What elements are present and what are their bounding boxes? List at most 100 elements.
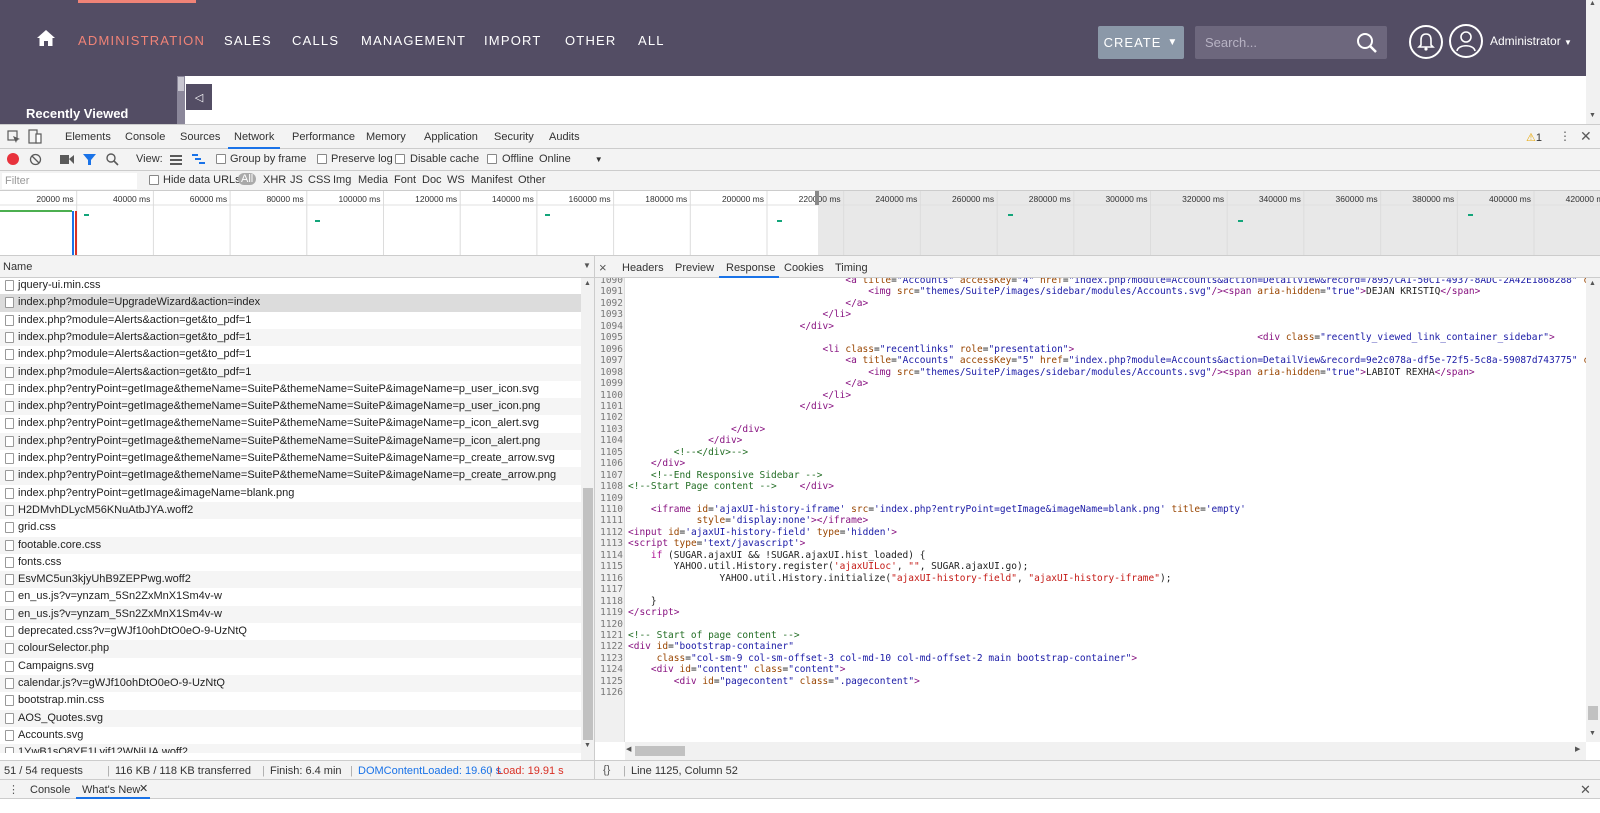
filter-type-manifest[interactable]: Manifest bbox=[471, 174, 513, 186]
close-tab-icon[interactable]: ✕ bbox=[139, 782, 148, 795]
tab-response[interactable]: Response bbox=[726, 262, 776, 274]
request-row[interactable]: index.php?entryPoint=getImage&themeName=… bbox=[0, 450, 581, 467]
request-row[interactable]: en_us.js?v=ynzam_5Sn2ZxMnX1Sm4v-w bbox=[0, 588, 581, 605]
sidebar-scrollbar[interactable] bbox=[177, 76, 185, 124]
clear-icon[interactable] bbox=[29, 153, 42, 166]
filter-type-css[interactable]: CSS bbox=[308, 174, 331, 186]
page-scrollbar[interactable]: ▲ ▼ bbox=[1586, 0, 1600, 124]
request-row[interactable]: index.php?module=UpgradeWizard&action=in… bbox=[0, 294, 581, 312]
tab-memory[interactable]: Memory bbox=[366, 131, 406, 143]
request-row[interactable]: index.php?module=Alerts&action=get&to_pd… bbox=[0, 328, 581, 347]
network-overview-timeline[interactable]: 20000 ms 40000 ms 60000 ms 80000 ms 100000 m… bbox=[0, 191, 1600, 256]
device-toolbar-icon[interactable] bbox=[28, 129, 42, 144]
name-column-header[interactable]: Name ▼ bbox=[0, 256, 594, 278]
tab-sources[interactable]: Sources bbox=[180, 131, 220, 143]
request-row[interactable]: index.php?entryPoint=getImage&themeName=… bbox=[0, 398, 581, 416]
request-row[interactable]: deprecated.css?v=gWJf10ohDtO0eO-9-UzNtQ bbox=[0, 623, 581, 640]
search-icon[interactable] bbox=[1356, 32, 1378, 54]
request-row[interactable]: index.php?module=Alerts&action=get&to_pd… bbox=[0, 312, 581, 329]
request-row[interactable]: bootstrap.min.css bbox=[0, 692, 581, 709]
pretty-print-icon[interactable]: {} bbox=[603, 764, 610, 776]
drawer-tab-whats-new[interactable]: What's New bbox=[82, 784, 140, 796]
request-row[interactable]: index.php?module=Alerts&action=get&to_pd… bbox=[0, 346, 581, 363]
inspect-element-icon[interactable] bbox=[7, 130, 21, 144]
user-avatar-button[interactable] bbox=[1449, 24, 1483, 58]
nav-management[interactable]: MANAGEMENT bbox=[361, 33, 466, 48]
tab-cookies[interactable]: Cookies bbox=[784, 262, 824, 274]
request-row[interactable]: Campaigns.svg bbox=[0, 658, 581, 675]
tab-application[interactable]: Application bbox=[424, 131, 478, 143]
tab-performance[interactable]: Performance bbox=[292, 131, 355, 143]
filter-type-all[interactable]: All bbox=[238, 173, 257, 185]
user-menu[interactable]: Administrator ▼ bbox=[1490, 34, 1572, 48]
request-row[interactable]: index.php?entryPoint=getImage&themeName=… bbox=[0, 432, 581, 450]
filter-type-ws[interactable]: WS bbox=[447, 174, 465, 186]
search-icon[interactable] bbox=[106, 153, 119, 166]
request-row[interactable]: EsvMC5un3kjyUhB9ZEPPwg.woff2 bbox=[0, 571, 581, 589]
tab-console[interactable]: Console bbox=[125, 131, 165, 143]
tab-audits[interactable]: Audits bbox=[549, 131, 580, 143]
sidebar-collapse-button[interactable]: ◁ bbox=[186, 84, 212, 110]
tab-security[interactable]: Security bbox=[494, 131, 534, 143]
request-row[interactable]: colourSelector.php bbox=[0, 640, 581, 658]
warnings-indicator[interactable]: ⚠1 bbox=[1526, 131, 1542, 144]
nav-sales[interactable]: SALES bbox=[224, 33, 272, 48]
nav-calls[interactable]: CALLS bbox=[292, 33, 339, 48]
tab-elements[interactable]: Elements bbox=[65, 131, 111, 143]
request-row[interactable]: fonts.css bbox=[0, 554, 581, 571]
preserve-log-checkbox[interactable] bbox=[317, 154, 327, 164]
overview-waterfall-icon[interactable] bbox=[192, 154, 205, 165]
scroll-up-icon[interactable]: ▲ bbox=[584, 280, 591, 287]
filter-type-other[interactable]: Other bbox=[518, 174, 546, 186]
request-row[interactable]: H2DMvhDLycM56KNuAtbJYA.woff2 bbox=[0, 501, 581, 520]
source-vertical-scrollbar[interactable]: ▲ ▼ bbox=[1586, 278, 1600, 742]
throttling-select[interactable]: Online ▼ bbox=[539, 153, 603, 165]
large-rows-icon[interactable] bbox=[170, 155, 182, 165]
close-detail-icon[interactable]: × bbox=[599, 260, 607, 275]
request-row[interactable]: grid.css bbox=[0, 519, 581, 536]
scroll-left-icon[interactable]: ◀ bbox=[626, 745, 631, 753]
response-source-view[interactable]: 1090 1091 1092 1093 1094 1095 1096 1097 1098 1099… bbox=[595, 278, 1586, 742]
filter-type-xhr[interactable]: XHR bbox=[263, 174, 286, 186]
request-row[interactable]: index.php?entryPoint=getImage&themeName=… bbox=[0, 381, 581, 398]
scroll-down-icon[interactable]: ▼ bbox=[584, 742, 591, 749]
scrollbar-thumb[interactable] bbox=[1588, 706, 1598, 720]
create-button[interactable]: CREATE ▼ bbox=[1098, 26, 1184, 59]
requests-scrollbar[interactable]: ▲ ▼ bbox=[581, 278, 594, 760]
scroll-down-icon[interactable]: ▼ bbox=[1589, 112, 1596, 119]
filter-icon[interactable] bbox=[83, 153, 96, 166]
offline-checkbox[interactable] bbox=[487, 154, 497, 164]
filter-type-media[interactable]: Media bbox=[358, 174, 388, 186]
close-drawer-icon[interactable]: ✕ bbox=[1580, 782, 1591, 798]
request-row[interactable]: AOS_Quotes.svg bbox=[0, 709, 581, 727]
scrollbar-thumb[interactable] bbox=[583, 488, 593, 740]
tab-network[interactable]: Network bbox=[234, 131, 274, 143]
scroll-down-icon[interactable]: ▼ bbox=[1589, 730, 1596, 737]
record-icon[interactable] bbox=[7, 153, 19, 165]
nav-administration[interactable]: ADMINISTRATION bbox=[78, 33, 205, 48]
request-row[interactable]: jquery-ui.min.css bbox=[0, 278, 581, 294]
nav-other[interactable]: OTHER bbox=[565, 33, 617, 48]
disable-cache-checkbox[interactable] bbox=[395, 154, 405, 164]
request-row[interactable]: 1YwB1sO8YE1Lyjf12WNiUA.woff2 bbox=[0, 744, 581, 753]
request-row[interactable]: footable.core.css bbox=[0, 536, 581, 554]
filter-type-doc[interactable]: Doc bbox=[422, 174, 442, 186]
nav-import[interactable]: IMPORT bbox=[484, 33, 542, 48]
group-by-frame-checkbox[interactable] bbox=[216, 154, 226, 164]
drawer-menu-icon[interactable]: ⋮ bbox=[8, 783, 19, 796]
filter-type-js[interactable]: JS bbox=[290, 174, 303, 186]
filter-input[interactable] bbox=[2, 173, 137, 189]
more-options-icon[interactable]: ⋮ bbox=[1559, 129, 1571, 143]
request-row[interactable]: en_us.js?v=ynzam_5Sn2ZxMnX1Sm4v-w bbox=[0, 605, 581, 623]
notifications-button[interactable] bbox=[1409, 25, 1443, 59]
source-horizontal-scrollbar[interactable]: ◀ ▶ bbox=[625, 742, 1586, 760]
filter-type-img[interactable]: Img bbox=[333, 174, 351, 186]
request-row[interactable]: index.php?entryPoint=getImage&themeName=… bbox=[0, 415, 581, 432]
capture-screenshots-icon[interactable] bbox=[60, 154, 74, 165]
request-row[interactable]: index.php?entryPoint=getImage&imageName=… bbox=[0, 485, 581, 502]
scrollbar-thumb[interactable] bbox=[635, 746, 685, 756]
tab-headers[interactable]: Headers bbox=[622, 262, 664, 274]
nav-all[interactable]: ALL bbox=[638, 33, 665, 48]
hide-data-urls-checkbox[interactable] bbox=[149, 175, 159, 185]
scroll-right-icon[interactable]: ▶ bbox=[1575, 745, 1580, 753]
